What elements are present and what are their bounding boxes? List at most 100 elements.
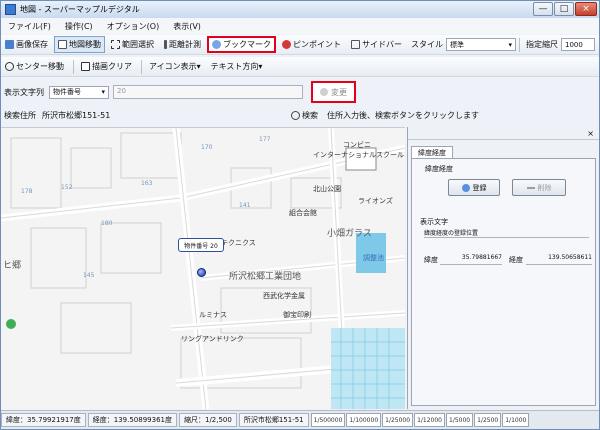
menu-operation[interactable]: 操作(C) [58,21,100,32]
style-label: スタイル [411,40,443,49]
scale-button[interactable]: 1/100000 [346,413,382,427]
range-select-label: 範囲選択 [122,40,154,49]
menu-view[interactable]: 表示(V) [166,21,208,32]
display-field-select[interactable]: 物件番号 ▾ [49,85,109,99]
map-lot-number: 177 [259,136,271,143]
delete-button[interactable]: 削除 [512,179,566,196]
menu-option[interactable]: オプション(O) [100,21,167,32]
icon-display-dropdown[interactable]: アイコン表示 ▾ [145,58,205,75]
map-lot-number: 170 [201,144,213,151]
display-text-bar: 表示文字列 物件番号 ▾ 20 [1,81,599,103]
status-latitude: 緯度：35.79921917度 [1,413,86,427]
scale-button[interactable]: 1/500000 [310,413,346,427]
clear-drawing-button[interactable]: 描画クリア [77,58,136,75]
sidebar-icon [351,40,360,49]
bookmark-button[interactable]: ブックマーク [207,36,276,53]
map-lot-number: 141 [239,202,251,209]
hand-cursor-icon [58,40,67,49]
sidebar-button[interactable]: サイドバー [347,36,406,53]
latlon-panel-body: 緯度経度 登録 削除 表示文字 緯度経度の登録位置 緯度 35.79881667… [411,158,596,406]
latlon-group-title: 緯度経度 [425,165,453,173]
status-longitude: 経度：139.50899361度 [87,413,177,427]
minus-icon [526,186,535,189]
map-label-park: 北山公園 [313,185,341,193]
ruler-icon [164,40,167,49]
change-button[interactable]: 変更 [311,81,356,103]
display-text-input[interactable]: 20 [113,85,303,99]
map-label-convenience: コンビニ [343,141,371,149]
title-bar[interactable]: 地図 - スーパーマップルデジタル — □ × [1,1,599,18]
scale-button[interactable]: 1/1000 [502,413,530,427]
bookmark-icon [212,40,221,49]
lon-label: 経度 [509,256,523,264]
maximize-button[interactable]: □ [554,2,574,16]
search-icon [291,110,300,120]
text-direction-dropdown[interactable]: テキスト方向 ▾ [207,58,267,75]
window-title: 地図 - スーパーマップルデジタル [20,5,140,14]
distance-button[interactable]: 距離計測 [160,36,205,53]
register-label: 登録 [472,183,487,192]
map-label-pond: 調整池 [363,254,384,262]
refresh-icon [320,88,328,96]
range-select-button[interactable]: 範囲選択 [107,36,158,53]
map-label-district: ヒ郷 [3,261,22,271]
lon-value[interactable]: 139.50658611 [526,254,592,265]
status-scale: 縮尺：1/2,500 [178,413,237,427]
panel-close-icon[interactable]: × [587,129,594,138]
address-value[interactable]: 所沢市松郷151-51 [42,110,110,121]
toolbar-separator [73,59,74,74]
menu-file[interactable]: ファイル(F) [1,21,58,32]
style-value: 標準 [450,40,464,49]
map-move-button[interactable]: 地図移動 [54,36,105,53]
lat-value[interactable]: 35.79881667 [440,254,502,265]
address-bar: 検索住所 所沢市松郷151-51 検索 住所入力後、検索ボタンをクリックします [1,105,599,125]
panel-header: × [408,127,599,140]
text-direction-label: テキスト方向 [210,62,259,71]
map-label-industrial: 所沢松郷工業団地 [229,272,302,282]
pinpoint-button[interactable]: ピンポイント [278,36,345,53]
map-label-technics: テクニクス [221,239,256,247]
map-pin-icon[interactable] [197,268,206,277]
display-field-value: 物件番号 [53,88,81,96]
icon-display-label: アイコン表示 [149,62,197,71]
scale-button[interactable]: 1/5000 [446,413,474,427]
display-text-label: 表示文字列 [4,87,44,97]
search-hint: 住所入力後、検索ボタンをクリックします [327,110,479,120]
select-range-icon [111,40,120,49]
map-move-label: 地図移動 [69,40,101,49]
close-button[interactable]: × [575,2,597,16]
map-label-luminous: ルミナス [199,311,227,319]
center-move-button[interactable]: センター移動 [1,58,68,75]
map-label-glass: 小畑ガラス [327,229,372,239]
address-label: 検索住所 [4,110,36,120]
menu-bar: ファイル(F) 操作(C) オプション(O) 表示(V) [1,18,599,34]
display-text-field[interactable]: 緯度経度の登録位置 [424,227,589,238]
search-label: 検索 [302,110,318,120]
eraser-icon [81,62,90,71]
minimize-button[interactable]: — [533,2,553,16]
map-lot-number: 152 [61,184,73,191]
map-lot-number: 178 [21,188,33,195]
crosshair-icon [5,62,14,71]
map-lot-number: 145 [83,272,95,279]
map-label-lions: ライオンズ [358,197,393,205]
scale-value: 1000 [565,40,583,49]
globe-icon [461,183,470,192]
search-button[interactable]: 検索 [287,107,322,124]
chevron-down-icon: ▾ [258,62,263,71]
register-button[interactable]: 登録 [448,179,500,196]
property-callout[interactable]: 物件番号 20 [178,238,224,252]
scale-button[interactable]: 1/12000 [414,413,446,427]
map-label-ring: リングアンドリンク [181,335,244,343]
save-image-button[interactable]: 画像保存 [1,36,52,53]
map-label-press: 御宝印刷 [283,311,311,319]
style-select[interactable]: 標準 ▾ [446,38,516,51]
chevron-down-icon: ▾ [196,62,201,71]
app-icon [5,4,16,15]
scale-button[interactable]: 1/2500 [474,413,502,427]
scale-input[interactable]: 1000 [561,38,595,51]
scale-button[interactable]: 1/25000 [382,413,414,427]
chevron-down-icon: ▾ [508,40,512,49]
sidebar-label: サイドバー [362,40,402,49]
save-icon [5,40,14,49]
